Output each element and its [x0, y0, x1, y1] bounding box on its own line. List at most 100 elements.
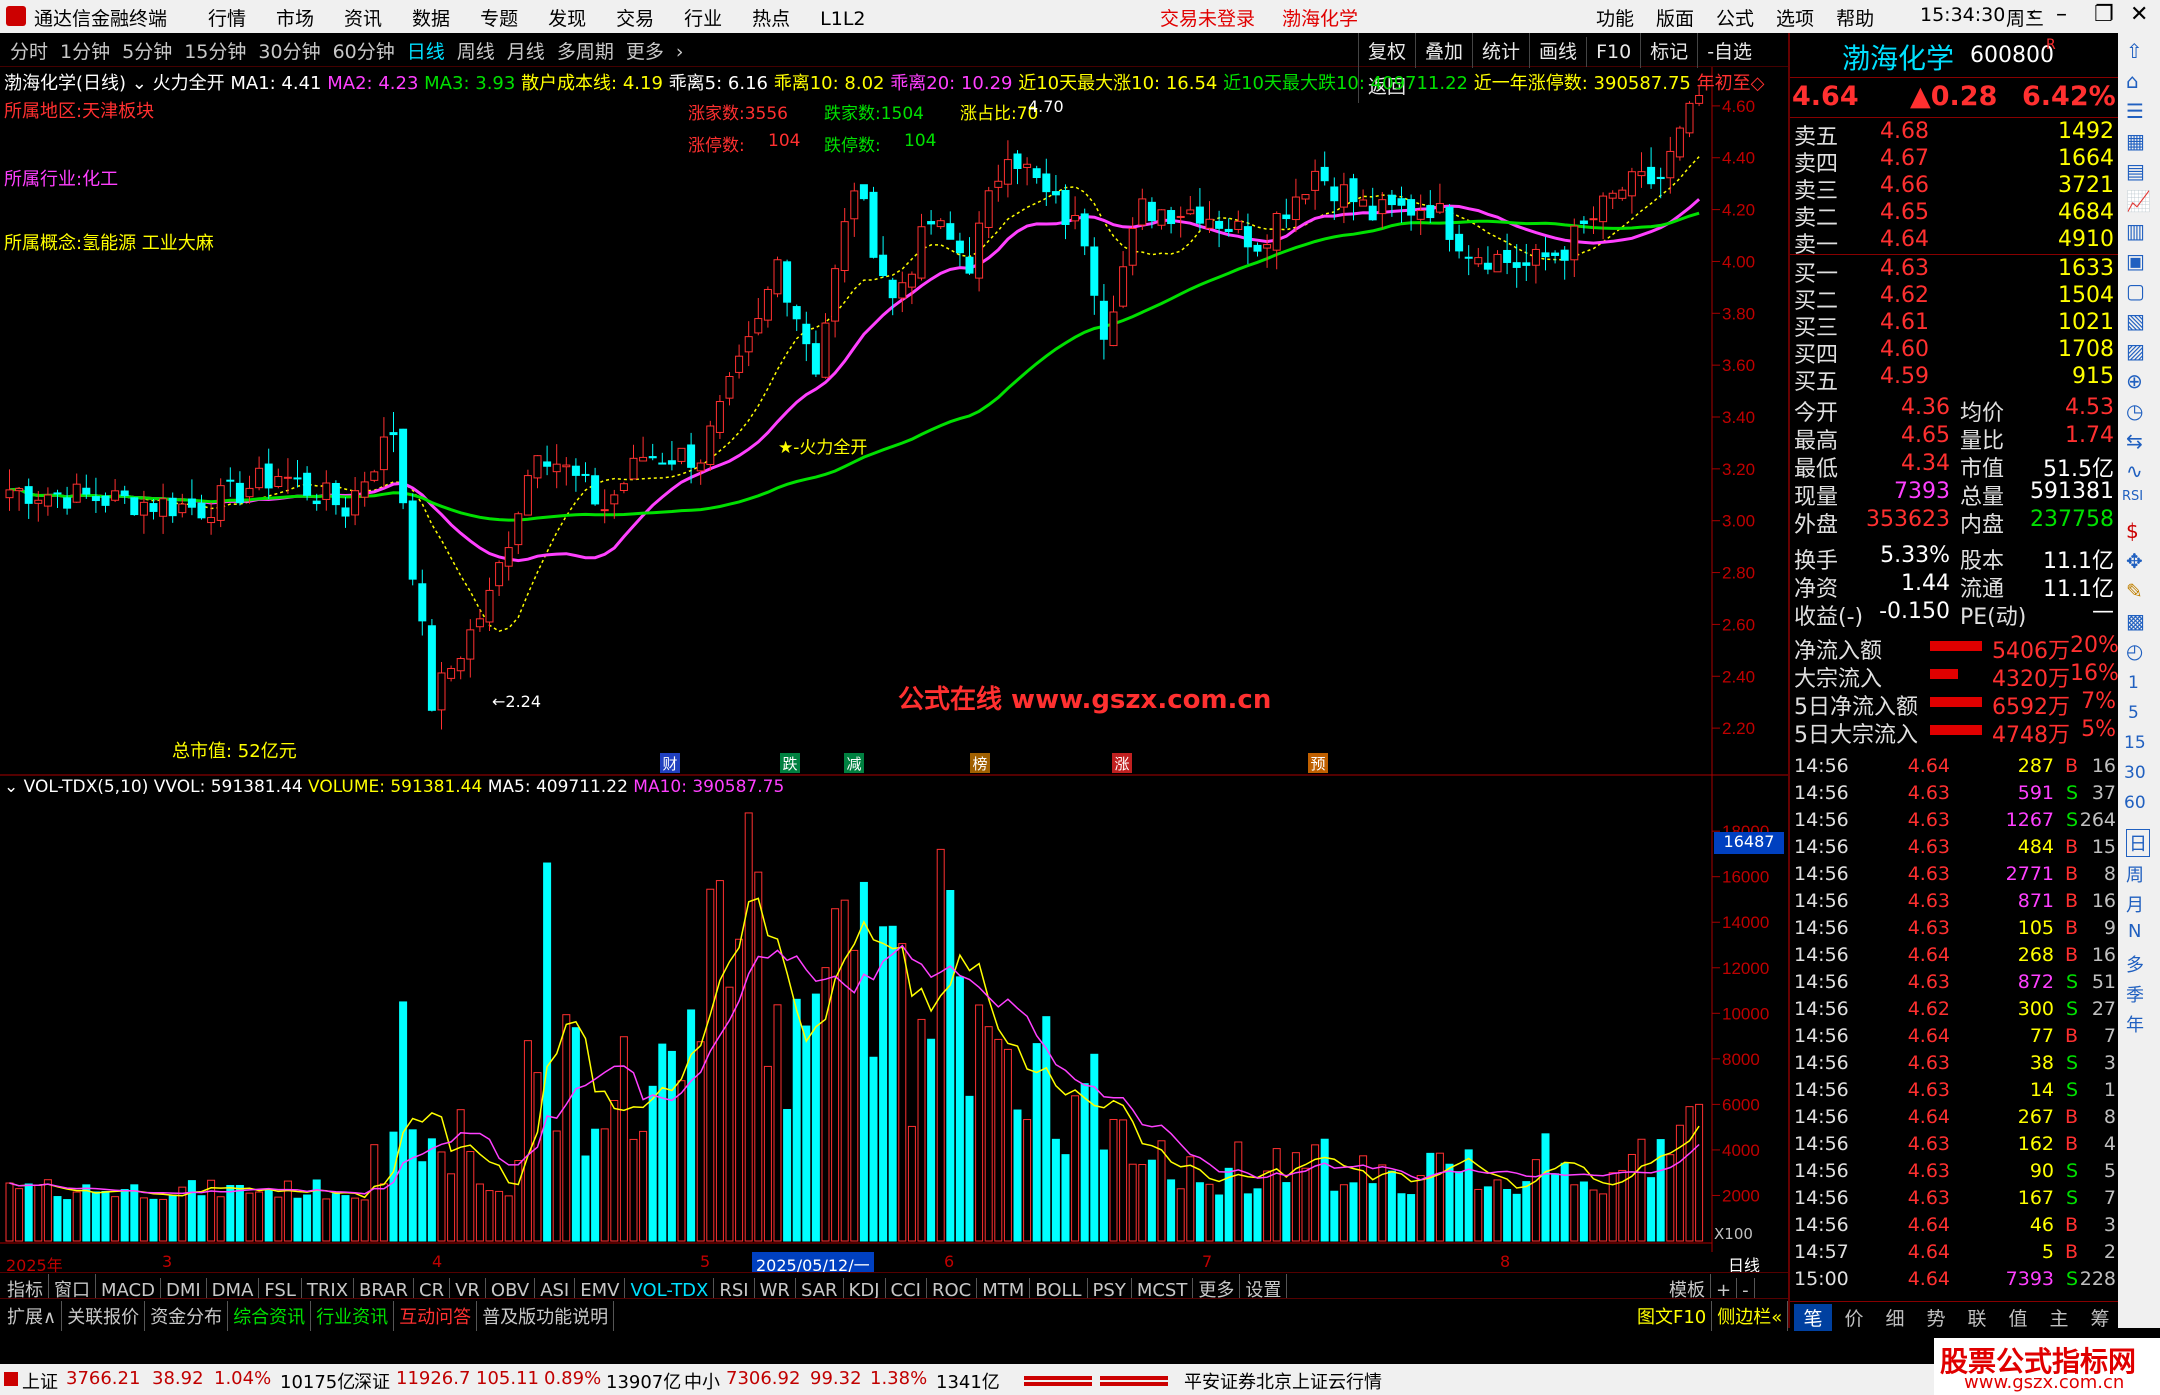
menu-item[interactable]: 资讯 [344, 4, 382, 31]
period-tab-active[interactable]: 日线 [401, 33, 451, 68]
bottom-tab[interactable]: 资金分布 [145, 1301, 229, 1331]
kline-chart[interactable]: 4.60 4.40 4.20 4.00 3.80 3.60 3.40 3.20 3.00 2.80… [0, 67, 1788, 1252]
zx-label[interactable]: 中小 [684, 1368, 720, 1394]
list-icon[interactable]: ☰ [2126, 99, 2144, 123]
chevron-down-icon[interactable]: ⌄ [4, 777, 18, 797]
restore-icon[interactable]: ❐ [2094, 2, 2114, 27]
bid-row[interactable]: 买二 4.62 1504 [1790, 283, 2120, 314]
ask-row[interactable]: 卖二 4.65 4684 [1790, 200, 2120, 231]
bottom-tab[interactable]: 综合资讯 [228, 1301, 312, 1331]
bottom-tab[interactable]: 普及版功能说明 [477, 1301, 615, 1331]
chevron-right-icon[interactable]: › [670, 37, 690, 67]
chart-button[interactable]: 复权 [1358, 33, 1415, 68]
bid-row[interactable]: 买五 4.59 915 [1790, 364, 2120, 395]
period-tab[interactable]: 周线 [451, 33, 501, 68]
money-icon[interactable]: $ [2126, 519, 2139, 543]
chart-icon[interactable]: 📈 [2126, 189, 2151, 213]
panel-tab[interactable]: 值 [1999, 1304, 2037, 1331]
event-mark[interactable]: 预 [1308, 753, 1328, 773]
event-mark[interactable]: 财 [660, 753, 680, 773]
period-day[interactable]: 日 [2126, 829, 2150, 857]
doc-icon[interactable]: ▣ [2126, 249, 2145, 273]
sidebar-toggle[interactable]: 侧边栏« [1712, 1301, 1789, 1331]
move-icon[interactable]: ✥ [2126, 549, 2143, 573]
period-tab[interactable]: 多周期 [551, 33, 620, 68]
table-icon[interactable]: ▤ [2126, 159, 2145, 183]
minimize-icon[interactable]: – [2056, 2, 2067, 27]
panel-tab[interactable]: 势 [1917, 1304, 1955, 1331]
period-week[interactable]: 周 [2126, 861, 2144, 887]
min-label[interactable]: 30 [2124, 763, 2146, 783]
period-tab[interactable]: 1分钟 [54, 33, 116, 68]
min-label[interactable]: 5 [2128, 703, 2139, 723]
f10-icon[interactable]: ▢ [2126, 279, 2145, 303]
panel-tab[interactable]: 联 [1958, 1304, 1996, 1331]
bid-row[interactable]: 买四 4.60 1708 [1790, 337, 2120, 368]
menu-item[interactable]: 专题 [480, 4, 518, 31]
period-tab[interactable]: 更多 [620, 33, 670, 68]
period-year[interactable]: 年 [2126, 1011, 2144, 1037]
period-n[interactable]: N [2128, 921, 2141, 942]
chart-button[interactable]: 叠加 [1415, 33, 1472, 68]
menu-item[interactable]: 数据 [412, 4, 450, 31]
menu-item[interactable]: 公式 [1716, 4, 1754, 31]
period-tab[interactable]: 60分钟 [327, 33, 401, 68]
period-quarter[interactable]: 季 [2126, 981, 2144, 1007]
calc-icon[interactable]: ▨ [2126, 339, 2145, 363]
vol-title[interactable]: VOL-TDX(5,10) [24, 777, 149, 797]
compare-icon[interactable]: ⇆ [2126, 429, 2143, 453]
broker-label[interactable]: 平安证券北京上证云行情 [1184, 1368, 1382, 1394]
min-label[interactable]: 1 [2128, 673, 2139, 693]
zoom-icon[interactable]: ⊕ [2126, 369, 2143, 393]
period-multi[interactable]: 多 [2126, 951, 2144, 977]
news-icon[interactable]: ▧ [2126, 309, 2145, 333]
menu-item[interactable]: 热点 [752, 4, 790, 31]
rsi-icon[interactable]: RSI [2122, 489, 2143, 504]
period-tab[interactable]: 月线 [501, 33, 551, 68]
close-icon[interactable]: ✕ [2130, 2, 2148, 27]
bottom-tab[interactable]: 行业资讯 [311, 1301, 395, 1331]
sz-label[interactable]: 深证 [354, 1368, 390, 1394]
chart-area[interactable]: 4.60 4.40 4.20 4.00 3.80 3.60 3.40 3.20 3.00 2.80… [0, 67, 1788, 1252]
bottom-tab[interactable]: 扩展∧ [2, 1301, 63, 1331]
home-icon[interactable]: ⌂ [2126, 69, 2139, 93]
period-tab[interactable]: 15分钟 [178, 33, 252, 68]
menu-item[interactable]: 功能 [1596, 4, 1634, 31]
menu-item[interactable]: 市场 [276, 4, 314, 31]
event-mark[interactable]: 减 [844, 753, 864, 773]
kline-icon[interactable]: ▥ [2126, 219, 2145, 243]
period-tab[interactable]: 30分钟 [252, 33, 326, 68]
period-tab[interactable]: 5分钟 [116, 33, 178, 68]
menu-item[interactable]: 帮助 [1836, 4, 1874, 31]
panel-tab[interactable]: 细 [1876, 1304, 1914, 1331]
ask-row[interactable]: 卖三 4.66 3721 [1790, 173, 2120, 204]
period-tab[interactable]: 分时 [4, 33, 54, 68]
menu-item[interactable]: 行情 [208, 4, 246, 31]
menu-item[interactable]: 行业 [684, 4, 722, 31]
bottom-tab[interactable]: 互动问答 [394, 1301, 478, 1331]
chart-button[interactable]: 统计 [1472, 33, 1529, 68]
ask-row[interactable]: 卖四 4.67 1664 [1790, 146, 2120, 177]
clock-icon[interactable]: ◷ [2126, 399, 2143, 423]
panel-tab[interactable]: 筹 [2081, 1304, 2119, 1331]
event-mark[interactable]: 跌 [780, 753, 800, 773]
panel-tab[interactable]: 笔 [1794, 1304, 1832, 1331]
f10-button[interactable]: 图文F10 [1632, 1301, 1713, 1331]
event-mark[interactable]: 榜 [970, 753, 990, 773]
menu-item[interactable]: 版面 [1656, 4, 1694, 31]
login-status[interactable]: 交易未登录 [1160, 4, 1255, 31]
bid-row[interactable]: 买一 4.63 1633 [1790, 256, 2120, 287]
back-icon[interactable]: ‹ [2028, 2, 2037, 27]
menu-item[interactable]: 选项 [1776, 4, 1814, 31]
chart-button[interactable]: -自选 [1697, 33, 1761, 68]
bottom-tab[interactable]: 关联报价 [62, 1301, 146, 1331]
panel-tab[interactable]: 主 [2040, 1304, 2078, 1331]
pen-icon[interactable]: ✎ [2126, 579, 2143, 603]
min-label[interactable]: 60 [2124, 793, 2146, 813]
chart-button[interactable]: F10 [1586, 37, 1640, 67]
min-label[interactable]: 15 [2124, 733, 2146, 753]
chevron-down-icon[interactable]: ⌄ [132, 73, 147, 94]
chart-button[interactable]: 标记 [1640, 33, 1697, 68]
bid-row[interactable]: 买三 4.61 1021 [1790, 310, 2120, 341]
grid-icon[interactable]: ▦ [2126, 129, 2145, 153]
